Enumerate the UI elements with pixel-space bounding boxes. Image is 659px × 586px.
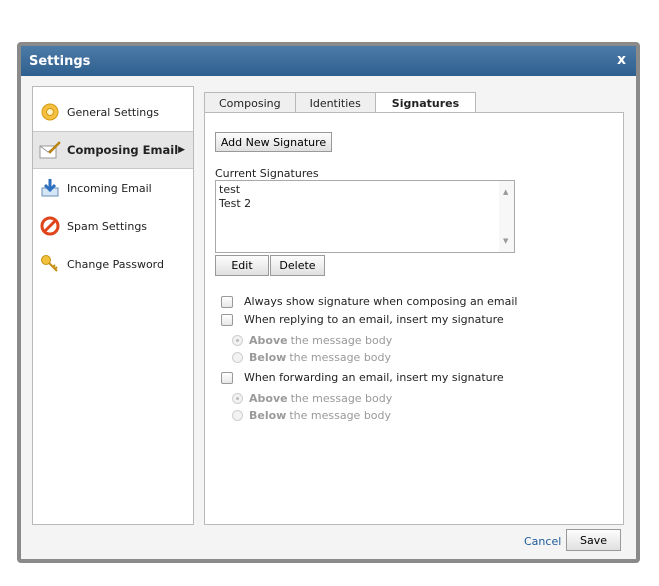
option-label: the message body <box>289 351 392 364</box>
sidebar-item-general-settings[interactable]: General Settings <box>33 93 193 131</box>
chevron-right-icon: ▶ <box>178 145 185 155</box>
cancel-link[interactable]: Cancel <box>524 535 561 548</box>
scroll-up-icon[interactable]: ▲ <box>503 185 508 199</box>
option-label: the message body <box>290 334 393 347</box>
reply-below-option[interactable]: Below the message body <box>232 351 391 364</box>
option-label: When replying to an email, insert my sig… <box>244 313 504 326</box>
current-signatures-label: Current Signatures <box>215 167 319 180</box>
forward-insert-option[interactable]: When forwarding an email, insert my sign… <box>221 371 504 384</box>
close-icon[interactable]: x <box>617 52 626 68</box>
forward-above-option[interactable]: Above the message body <box>232 392 392 405</box>
settings-tabs: Composing Identities Signatures <box>204 92 477 114</box>
tab-composing[interactable]: Composing <box>204 92 296 113</box>
sidebar-item-label: Change Password <box>67 257 164 271</box>
sidebar-item-label: Incoming Email <box>67 181 152 195</box>
option-label: the message body <box>290 392 393 405</box>
option-label: the message body <box>289 409 392 422</box>
dialog-titlebar: Settings x <box>21 46 636 76</box>
forward-insert-checkbox[interactable] <box>221 371 233 384</box>
reply-insert-checkbox[interactable] <box>221 313 233 326</box>
signature-list[interactable]: test Test 2 ▲ ▼ <box>215 180 515 253</box>
sidebar-item-change-password[interactable]: Change Password <box>33 245 193 283</box>
option-label: When forwarding an email, insert my sign… <box>244 371 504 384</box>
reply-above-radio[interactable] <box>232 335 243 346</box>
forward-below-radio[interactable] <box>232 410 243 421</box>
sidebar-item-label: Spam Settings <box>67 219 148 233</box>
key-icon <box>39 253 61 275</box>
sidebar-item-label: General Settings <box>67 105 159 119</box>
forward-above-radio[interactable] <box>232 393 243 404</box>
delete-button[interactable]: Delete <box>270 255 325 276</box>
add-signature-button[interactable]: Add New Signature <box>215 132 332 152</box>
option-label: Always show signature when composing an … <box>244 295 518 308</box>
sidebar-item-incoming-email[interactable]: Incoming Email <box>33 169 193 207</box>
position-bold: Above <box>249 334 288 347</box>
always-show-option[interactable]: Always show signature when composing an … <box>221 295 518 308</box>
position-bold: Below <box>249 351 287 364</box>
settings-sidebar: General Settings Composing Email ▶ Incom… <box>32 86 194 525</box>
scroll-down-icon[interactable]: ▼ <box>503 234 508 248</box>
settings-dialog: Settings x General Settings Composing Em… <box>17 42 640 563</box>
scrollbar[interactable]: ▲ ▼ <box>499 181 514 252</box>
reply-insert-option[interactable]: When replying to an email, insert my sig… <box>221 313 504 326</box>
sidebar-item-spam-settings[interactable]: Spam Settings <box>33 207 193 245</box>
compose-icon <box>39 139 61 161</box>
list-item[interactable]: Test 2 <box>219 197 511 211</box>
reply-above-option[interactable]: Above the message body <box>232 334 392 347</box>
sidebar-item-label: Composing Email <box>67 143 179 157</box>
tab-signatures[interactable]: Signatures <box>374 92 477 114</box>
save-button[interactable]: Save <box>566 529 621 551</box>
inbox-download-icon <box>39 177 61 199</box>
gear-icon <box>39 101 61 123</box>
tab-identities[interactable]: Identities <box>294 92 376 113</box>
always-show-checkbox[interactable] <box>221 295 233 308</box>
dialog-title: Settings <box>29 53 91 69</box>
edit-button[interactable]: Edit <box>215 255 269 276</box>
position-bold: Above <box>249 392 288 405</box>
no-entry-icon <box>39 215 61 237</box>
signatures-panel: Add New Signature Current Signatures tes… <box>204 112 624 525</box>
sidebar-item-composing-email[interactable]: Composing Email ▶ <box>33 131 193 169</box>
reply-below-radio[interactable] <box>232 352 243 363</box>
list-item[interactable]: test <box>219 183 511 197</box>
position-bold: Below <box>249 409 287 422</box>
forward-below-option[interactable]: Below the message body <box>232 409 391 422</box>
